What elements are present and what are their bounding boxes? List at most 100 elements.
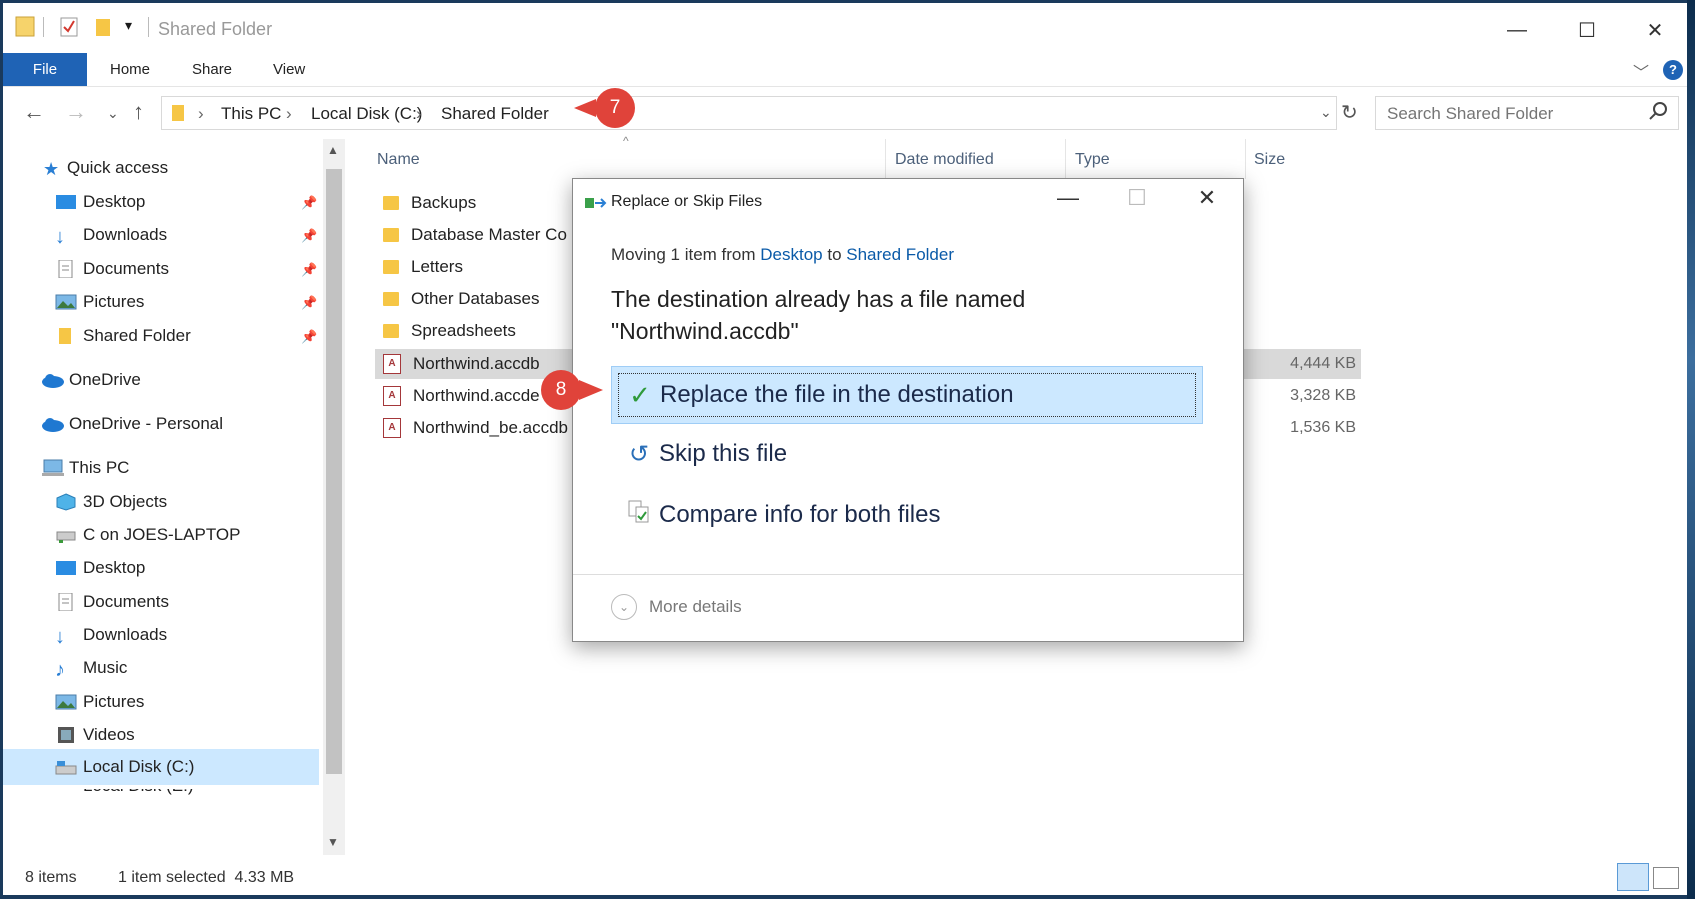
nav-item-desktop-pc[interactable]: Desktop [55, 553, 145, 583]
skip-arrow-icon: ↺ [628, 440, 650, 468]
nav-item-pictures-pc[interactable]: Pictures [55, 687, 144, 717]
nav-item-c-on-joes-laptop[interactable]: C on JOES-LAPTOP [55, 520, 240, 550]
properties-icon[interactable] [59, 16, 79, 43]
nav-item-documents-pc[interactable]: Documents [55, 587, 169, 617]
folder-icon [383, 260, 399, 274]
expand-ribbon-icon[interactable]: ﹀ [1633, 59, 1649, 83]
nav-item-3d-objects[interactable]: 3D Objects [55, 487, 167, 517]
folder-icon [55, 327, 77, 345]
nav-item-downloads[interactable]: ↓ Downloads [55, 220, 167, 250]
file-size: 3,328 KB [1290, 387, 1356, 404]
help-icon[interactable]: ? [1663, 60, 1683, 80]
column-header-date[interactable]: Date modified [895, 151, 994, 169]
step-number: 8 [555, 379, 567, 400]
folder-icon [383, 292, 399, 306]
compare-files-button[interactable]: Compare info for both files [611, 487, 1201, 543]
file-row[interactable]: Spreadsheets [383, 316, 516, 346]
file-row[interactable]: Letters [383, 252, 463, 282]
tab-share[interactable]: Share [186, 53, 238, 86]
sort-indicator-icon: ^ [623, 134, 629, 148]
address-bar[interactable]: › This PC › Local Disk (C:) › Shared Fol… [161, 96, 1337, 130]
film-icon [55, 726, 77, 744]
forward-arrow-icon[interactable]: → [65, 99, 87, 125]
dialog-close-icon[interactable]: ✕ [1187, 185, 1227, 211]
source-link[interactable]: Desktop [760, 245, 822, 264]
dialog-minimize-icon[interactable]: — [1048, 185, 1088, 211]
file-row[interactable]: Backups [383, 188, 476, 218]
more-details-toggle[interactable]: ⌄ More details [611, 594, 742, 620]
pictures-icon [55, 693, 77, 711]
computer-icon [41, 459, 64, 477]
nav-item-local-disk-c[interactable]: Local Disk (C:) [3, 749, 319, 785]
file-row[interactable]: A Northwind.accde [383, 381, 540, 411]
tab-view[interactable]: View [267, 53, 311, 86]
breadcrumb-local-disk[interactable]: Local Disk (C:) [311, 104, 422, 124]
nav-item-videos[interactable]: Videos [55, 720, 135, 750]
column-header-size[interactable]: Size [1254, 151, 1285, 169]
breadcrumb-this-pc[interactable]: This PC [221, 104, 281, 124]
nav-item-downloads-pc[interactable]: ↓ Downloads [55, 620, 167, 650]
folder-icon [383, 196, 399, 210]
column-header-name[interactable]: Name [377, 151, 420, 169]
file-row[interactable]: Other Databases [383, 284, 540, 314]
recent-locations-icon[interactable]: ⌄ [107, 105, 119, 122]
pin-icon[interactable]: 📌 [301, 262, 317, 278]
nav-item-shared-folder[interactable]: Shared Folder [55, 321, 191, 351]
column-divider[interactable] [1245, 139, 1246, 179]
nav-quick-access[interactable]: ★ Quick access [43, 153, 168, 183]
divider [573, 574, 1243, 575]
skip-file-button[interactable]: ↺ Skip this file [611, 426, 1201, 482]
ribbon: File Home Share View ﹀ ? [3, 53, 1687, 87]
replace-file-button[interactable]: ✓ Replace the file in the destination [611, 366, 1203, 424]
scroll-up-icon[interactable]: ▲ [327, 143, 339, 157]
column-header-type[interactable]: Type [1075, 151, 1110, 169]
tab-file[interactable]: File [3, 53, 87, 86]
customize-toolbar-icon[interactable]: ▾ [125, 17, 132, 34]
nav-onedrive-personal[interactable]: OneDrive - Personal [41, 409, 223, 439]
tab-home[interactable]: Home [104, 53, 156, 86]
up-arrow-icon[interactable]: ↑ [133, 99, 144, 125]
nav-item-music[interactable]: ♪ Music [55, 653, 127, 683]
scroll-thumb[interactable] [326, 169, 342, 774]
folder-icon [383, 228, 399, 242]
minimize-button[interactable]: — [1487, 13, 1547, 47]
search-box[interactable] [1375, 96, 1679, 130]
nav-item-desktop[interactable]: Desktop [55, 187, 145, 217]
file-row[interactable]: Database Master Co [383, 220, 567, 250]
pin-icon[interactable]: 📌 [301, 295, 317, 311]
desktop-icon [55, 559, 77, 577]
folder-icon [15, 15, 35, 42]
item-count: 8 items [25, 869, 77, 886]
nav-onedrive[interactable]: OneDrive [41, 365, 141, 395]
dialog-title: Replace or Skip Files [611, 193, 763, 210]
file-explorer-window: ▾ Shared Folder — ☐ ✕ File Home Share Vi… [3, 3, 1687, 895]
large-icons-view-icon[interactable] [1653, 867, 1679, 889]
search-input[interactable] [1385, 103, 1639, 125]
column-divider[interactable] [1065, 139, 1066, 179]
pin-icon[interactable]: 📌 [301, 228, 317, 244]
details-view-icon[interactable] [1617, 863, 1649, 891]
destination-link[interactable]: Shared Folder [846, 245, 954, 264]
new-folder-icon[interactable] [95, 16, 111, 43]
navigation-pane: ★ Quick access Desktop 📌 ↓ Downloads 📌 D… [3, 139, 319, 849]
column-divider[interactable] [885, 139, 886, 179]
nav-item-pictures[interactable]: Pictures [55, 287, 144, 317]
search-icon[interactable] [1648, 101, 1668, 126]
refresh-icon[interactable]: ↻ [1341, 100, 1358, 125]
nav-item-local-disk-e[interactable]: Local Disk (E:) [55, 789, 194, 803]
minimize-icon: — [1507, 18, 1527, 41]
chevron-right-icon: › [198, 104, 204, 123]
maximize-button[interactable]: ☐ [1557, 13, 1617, 47]
nav-this-pc[interactable]: This PC [41, 453, 129, 483]
address-dropdown-icon[interactable]: ⌄ [1320, 104, 1332, 121]
nav-scrollbar[interactable]: ▲ ▼ [323, 139, 345, 855]
scroll-down-icon[interactable]: ▼ [327, 835, 339, 849]
pin-icon[interactable]: 📌 [301, 195, 317, 211]
file-row[interactable]: A Northwind_be.accdb [383, 413, 568, 443]
close-button[interactable]: ✕ [1625, 13, 1685, 47]
nav-item-documents[interactable]: Documents [55, 254, 169, 284]
file-size: 1,536 KB [1290, 419, 1356, 436]
breadcrumb-shared-folder[interactable]: Shared Folder [441, 104, 549, 124]
back-arrow-icon[interactable]: ← [23, 99, 45, 125]
pin-icon[interactable]: 📌 [301, 329, 317, 345]
